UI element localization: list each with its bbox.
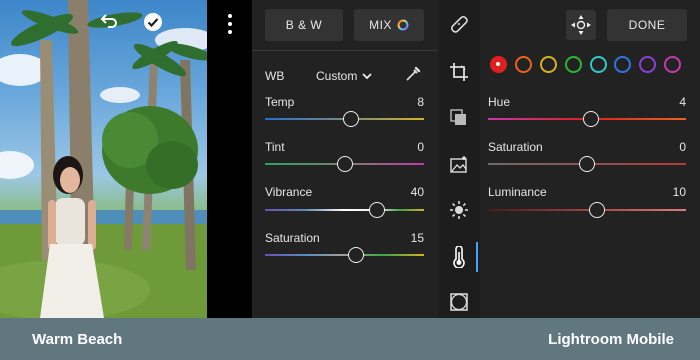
tint-label: Tint: [265, 140, 285, 154]
color-swatch-orange[interactable]: [515, 56, 532, 73]
color-mix-panel: DONE Hue 4 Saturation 0 Luminance 10: [480, 0, 700, 318]
luminance-slider[interactable]: [488, 209, 686, 211]
vibrance-slider[interactable]: [265, 209, 424, 211]
bw-button[interactable]: B & W: [265, 9, 343, 41]
mix-saturation-value: 0: [679, 140, 686, 154]
done-button-label: DONE: [628, 18, 666, 32]
mix-button[interactable]: MIX: [354, 9, 424, 41]
wb-mode-dropdown[interactable]: Custom: [316, 69, 372, 83]
color-wheel-icon: [397, 19, 409, 31]
hue-slider-knob[interactable]: [583, 111, 599, 127]
chevron-down-icon: [362, 73, 372, 80]
vibrance-label: Vibrance: [265, 185, 313, 199]
saturation-label: Saturation: [265, 231, 320, 245]
tint-slider-knob[interactable]: [337, 156, 353, 172]
color-swatch-aqua[interactable]: [590, 56, 607, 73]
color-swatch-blue[interactable]: [614, 56, 631, 73]
saturation-value: 15: [410, 231, 424, 245]
vibrance-value: 40: [410, 185, 424, 199]
active-tool-indicator: [476, 242, 478, 272]
caption-bar: Warm Beach Lightroom Mobile: [0, 318, 700, 360]
color-swatch-green[interactable]: [565, 56, 582, 73]
luminance-label: Luminance: [488, 185, 547, 199]
hue-label: Hue: [488, 95, 511, 109]
beach-photo: [0, 0, 207, 318]
temp-label: Temp: [265, 95, 295, 109]
saturation-slider-knob[interactable]: [348, 247, 364, 263]
luminance-value: 10: [672, 185, 686, 199]
light-icon[interactable]: [447, 198, 471, 222]
vibrance-slider-knob[interactable]: [369, 202, 385, 218]
caption-left: Warm Beach: [32, 330, 123, 348]
tint-value: 0: [417, 140, 424, 154]
checkmark-circle-icon[interactable]: [143, 12, 167, 36]
hue-value: 4: [679, 95, 686, 109]
white-balance-panel: B & W MIX WB Custom Temp 8 Tint 0 Vibran…: [252, 0, 438, 318]
color-swatch-magenta[interactable]: [664, 56, 681, 73]
presets-icon[interactable]: [447, 106, 471, 130]
color-swatch-red[interactable]: [490, 56, 507, 73]
tools-column: [438, 0, 480, 318]
mix-button-label: MIX: [369, 18, 392, 32]
selective-icon[interactable]: [447, 153, 471, 177]
temp-value: 8: [417, 95, 424, 109]
eyedropper-icon[interactable]: [405, 66, 421, 87]
color-swatch-purple[interactable]: [639, 56, 656, 73]
done-button[interactable]: DONE: [607, 9, 687, 41]
bw-button-label: B & W: [285, 18, 323, 32]
photo-preview: [0, 0, 207, 318]
vignette-icon[interactable]: [447, 290, 471, 314]
photo-side-strip: [207, 0, 252, 318]
color-swatch-yellow[interactable]: [540, 56, 557, 73]
mix-saturation-label: Saturation: [488, 140, 543, 154]
wb-mode-value: Custom: [316, 69, 358, 83]
target-adjust-icon[interactable]: [566, 10, 596, 40]
more-vertical-icon[interactable]: [226, 14, 234, 34]
saturation-slider[interactable]: [265, 254, 424, 256]
healing-brush-icon[interactable]: [447, 12, 471, 36]
panel-divider: [252, 50, 438, 51]
color-thermometer-icon[interactable]: [447, 245, 471, 269]
luminance-slider-knob[interactable]: [589, 202, 605, 218]
temp-slider-knob[interactable]: [343, 111, 359, 127]
caption-right: Lightroom Mobile: [548, 330, 674, 348]
wb-label: WB: [265, 69, 285, 83]
mix-saturation-slider-knob[interactable]: [579, 156, 595, 172]
undo-icon[interactable]: [100, 12, 124, 36]
crop-icon[interactable]: [447, 60, 471, 84]
